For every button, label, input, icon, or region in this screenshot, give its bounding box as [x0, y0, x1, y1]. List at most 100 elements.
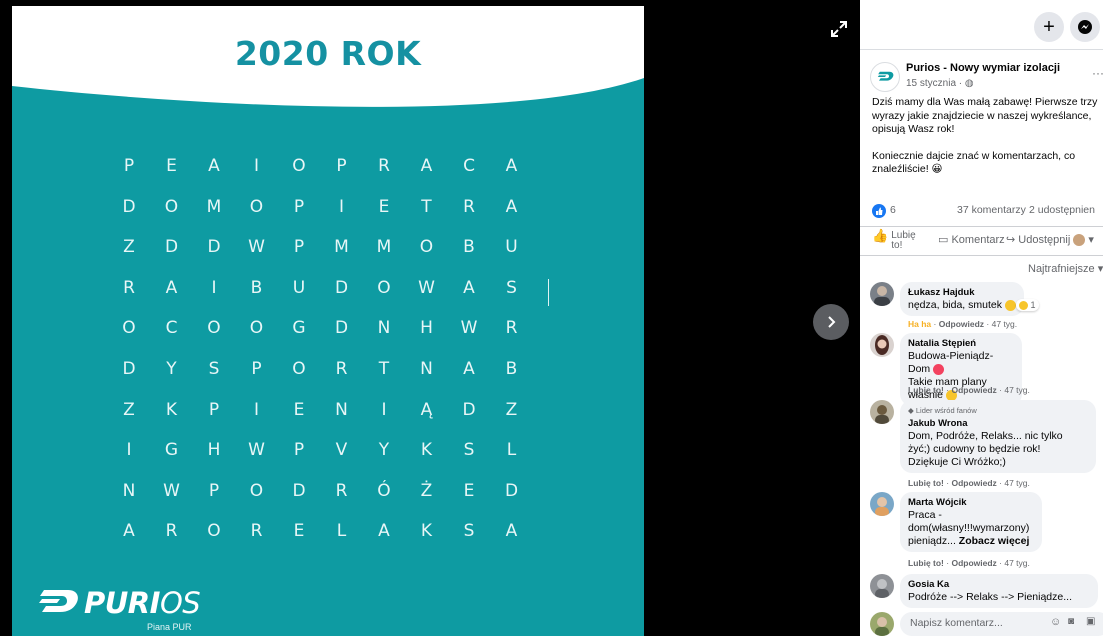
- grid-letter: A: [505, 156, 518, 176]
- grid-letter: W: [163, 480, 180, 501]
- grid-letter: A: [463, 359, 475, 379]
- grid-letter: I: [253, 399, 259, 420]
- comment-author[interactable]: Jakub Wrona: [908, 417, 1088, 430]
- grid-letter: D: [207, 237, 221, 258]
- grid-letter: P: [208, 399, 220, 420]
- gif-icon[interactable]: ▣: [1086, 616, 1095, 627]
- grid-letter: G: [164, 440, 179, 461]
- messenger-icon: [1078, 20, 1092, 34]
- comment-meta: Lubię to! · Odpowiedz · 47 tyg.: [908, 385, 1030, 395]
- avatar[interactable]: [870, 574, 894, 598]
- reaction-count[interactable]: 1: [1016, 299, 1039, 312]
- grid-letter: S: [463, 521, 475, 542]
- comment-bubble: Natalia Stępień Budowa-Pieniądz-Dom Taki…: [900, 333, 1022, 406]
- share-count[interactable]: 2 udostępnien: [1029, 204, 1095, 216]
- comment-text: nędza, bida, smutek: [908, 299, 1002, 311]
- comment-input[interactable]: Napisz komentarz... ☺ ◙ ▣: [900, 612, 1103, 636]
- more-options-icon[interactable]: ···: [1092, 66, 1103, 80]
- grid-letter: D: [462, 399, 476, 420]
- grid-letter: B: [250, 277, 263, 298]
- expand-icon[interactable]: [830, 20, 848, 38]
- comment-author[interactable]: Marta Wójcik: [908, 496, 1034, 509]
- comment-meta: Lubię to! · Odpowiedz · 47 tyg.: [908, 478, 1030, 488]
- avatar[interactable]: [870, 282, 894, 306]
- grid-letter: P: [251, 359, 262, 379]
- grid-letter: E: [166, 156, 177, 176]
- like-count[interactable]: 6: [890, 204, 896, 216]
- share-button[interactable]: ↪ Udostępnij ▾: [1006, 233, 1094, 247]
- camera-icon[interactable]: ◙: [1068, 616, 1074, 627]
- grid-letter: P: [208, 480, 220, 501]
- grid-row: PEAIOPRACA: [119, 156, 549, 196]
- grid-letter: I: [381, 399, 387, 420]
- post-side-panel: + Purios - Nowy wymiar izolacji 15 stycz…: [860, 0, 1103, 636]
- create-button[interactable]: +: [1034, 12, 1064, 42]
- photo-viewer: 2020 ROK PEAIOPRACADOMOPIETRAZDDWPMMOBUR…: [0, 0, 860, 636]
- grid-letter: O: [249, 318, 264, 339]
- chevron-down-icon: ▾: [1088, 234, 1094, 246]
- post-date[interactable]: 15 stycznia · ◍: [906, 78, 974, 89]
- comment-author[interactable]: Gosia Ka: [908, 578, 1090, 591]
- grid-letter: R: [463, 196, 475, 217]
- comment-count[interactable]: 37 komentarzy: [957, 204, 1026, 216]
- grid-row: OCOOGDNHWR: [119, 318, 549, 358]
- see-more-link[interactable]: Zobacz więcej: [959, 535, 1030, 547]
- grid-letter: I: [211, 277, 217, 298]
- grid-letter: Z: [123, 399, 135, 420]
- grid-letter: E: [293, 399, 305, 420]
- comment-author[interactable]: Łukasz Hajduk: [908, 286, 1016, 299]
- avatar[interactable]: [870, 492, 894, 516]
- grid-letter: Ó: [377, 480, 391, 501]
- comment-text: dom(własny!!!wymarzony): [908, 522, 1030, 534]
- avatar[interactable]: [870, 400, 894, 424]
- comment-bubble: ◆ Lider wśród fanów Jakub Wrona Dom, Pod…: [900, 400, 1096, 473]
- grid-letter: A: [505, 196, 518, 217]
- comment-bubble: Gosia Ka Podróże --> Relaks --> Pieniądz…: [900, 574, 1098, 608]
- comment-author[interactable]: Natalia Stępień: [908, 337, 1014, 350]
- grid-letter: Y: [378, 440, 390, 461]
- like-reaction-icon: [872, 204, 886, 218]
- top-fan-badge: ◆ Lider wśród fanów: [908, 406, 977, 415]
- comment-meta: Lubię to! · Odpowiedz · 47 tyg.: [908, 558, 1030, 568]
- grid-letter: M: [334, 237, 349, 258]
- grid-letter: Y: [166, 359, 177, 379]
- comment-text: żyć;) cudowny to będzie rok!: [908, 443, 1041, 455]
- comment-composer: Napisz komentarz... ☺ ◙ ▣: [870, 610, 1103, 636]
- grid-letter: O: [249, 480, 264, 501]
- grid-letter: R: [123, 277, 135, 298]
- grid-letter: K: [420, 521, 433, 542]
- comment-button[interactable]: ▭ Komentarz: [938, 233, 1005, 246]
- grid-letter: H: [420, 318, 433, 339]
- grid-letter: S: [208, 359, 220, 379]
- grid-letter: R: [335, 359, 348, 379]
- emoji-icon[interactable]: ☺: [1050, 616, 1061, 628]
- messenger-button[interactable]: [1070, 12, 1100, 42]
- grid-letter: Z: [123, 237, 135, 258]
- grid-letter: P: [123, 156, 135, 176]
- grid-letter: A: [505, 521, 518, 542]
- grid-letter: L: [336, 521, 347, 542]
- grid-letter: A: [463, 277, 475, 298]
- grid-row: ZKPIENIĄDZ: [119, 400, 549, 440]
- grid-row: ZDDWPMMOBU: [119, 237, 549, 277]
- grid-row: RAIBUDOWAS: [119, 278, 549, 318]
- grid-letter: M: [206, 196, 222, 217]
- top-bar: +: [860, 0, 1103, 50]
- grid-letter: A: [208, 156, 220, 176]
- next-photo-button[interactable]: [813, 304, 849, 340]
- comment-text: pieniądz...: [908, 535, 956, 547]
- grid-letter: I: [126, 440, 132, 461]
- grid-letter: T: [421, 196, 432, 217]
- page-name-link[interactable]: Purios - Nowy wymiar izolacji: [906, 62, 1103, 74]
- grid-letter: O: [292, 359, 306, 379]
- like-button[interactable]: 👍 Lubię to!: [872, 229, 917, 251]
- sort-dropdown[interactable]: Najtrafniejsze ▾: [1028, 262, 1103, 275]
- page-avatar[interactable]: [870, 62, 900, 92]
- avatar[interactable]: [870, 333, 894, 357]
- grid-letter: D: [122, 359, 136, 379]
- grid-letter: I: [338, 196, 344, 217]
- post-text: Dziś mamy dla Was małą zabawę! Pierwsze …: [872, 96, 1098, 175]
- grid-letter: A: [165, 277, 178, 298]
- text-cursor: [548, 279, 549, 306]
- grid-letter: O: [292, 156, 306, 176]
